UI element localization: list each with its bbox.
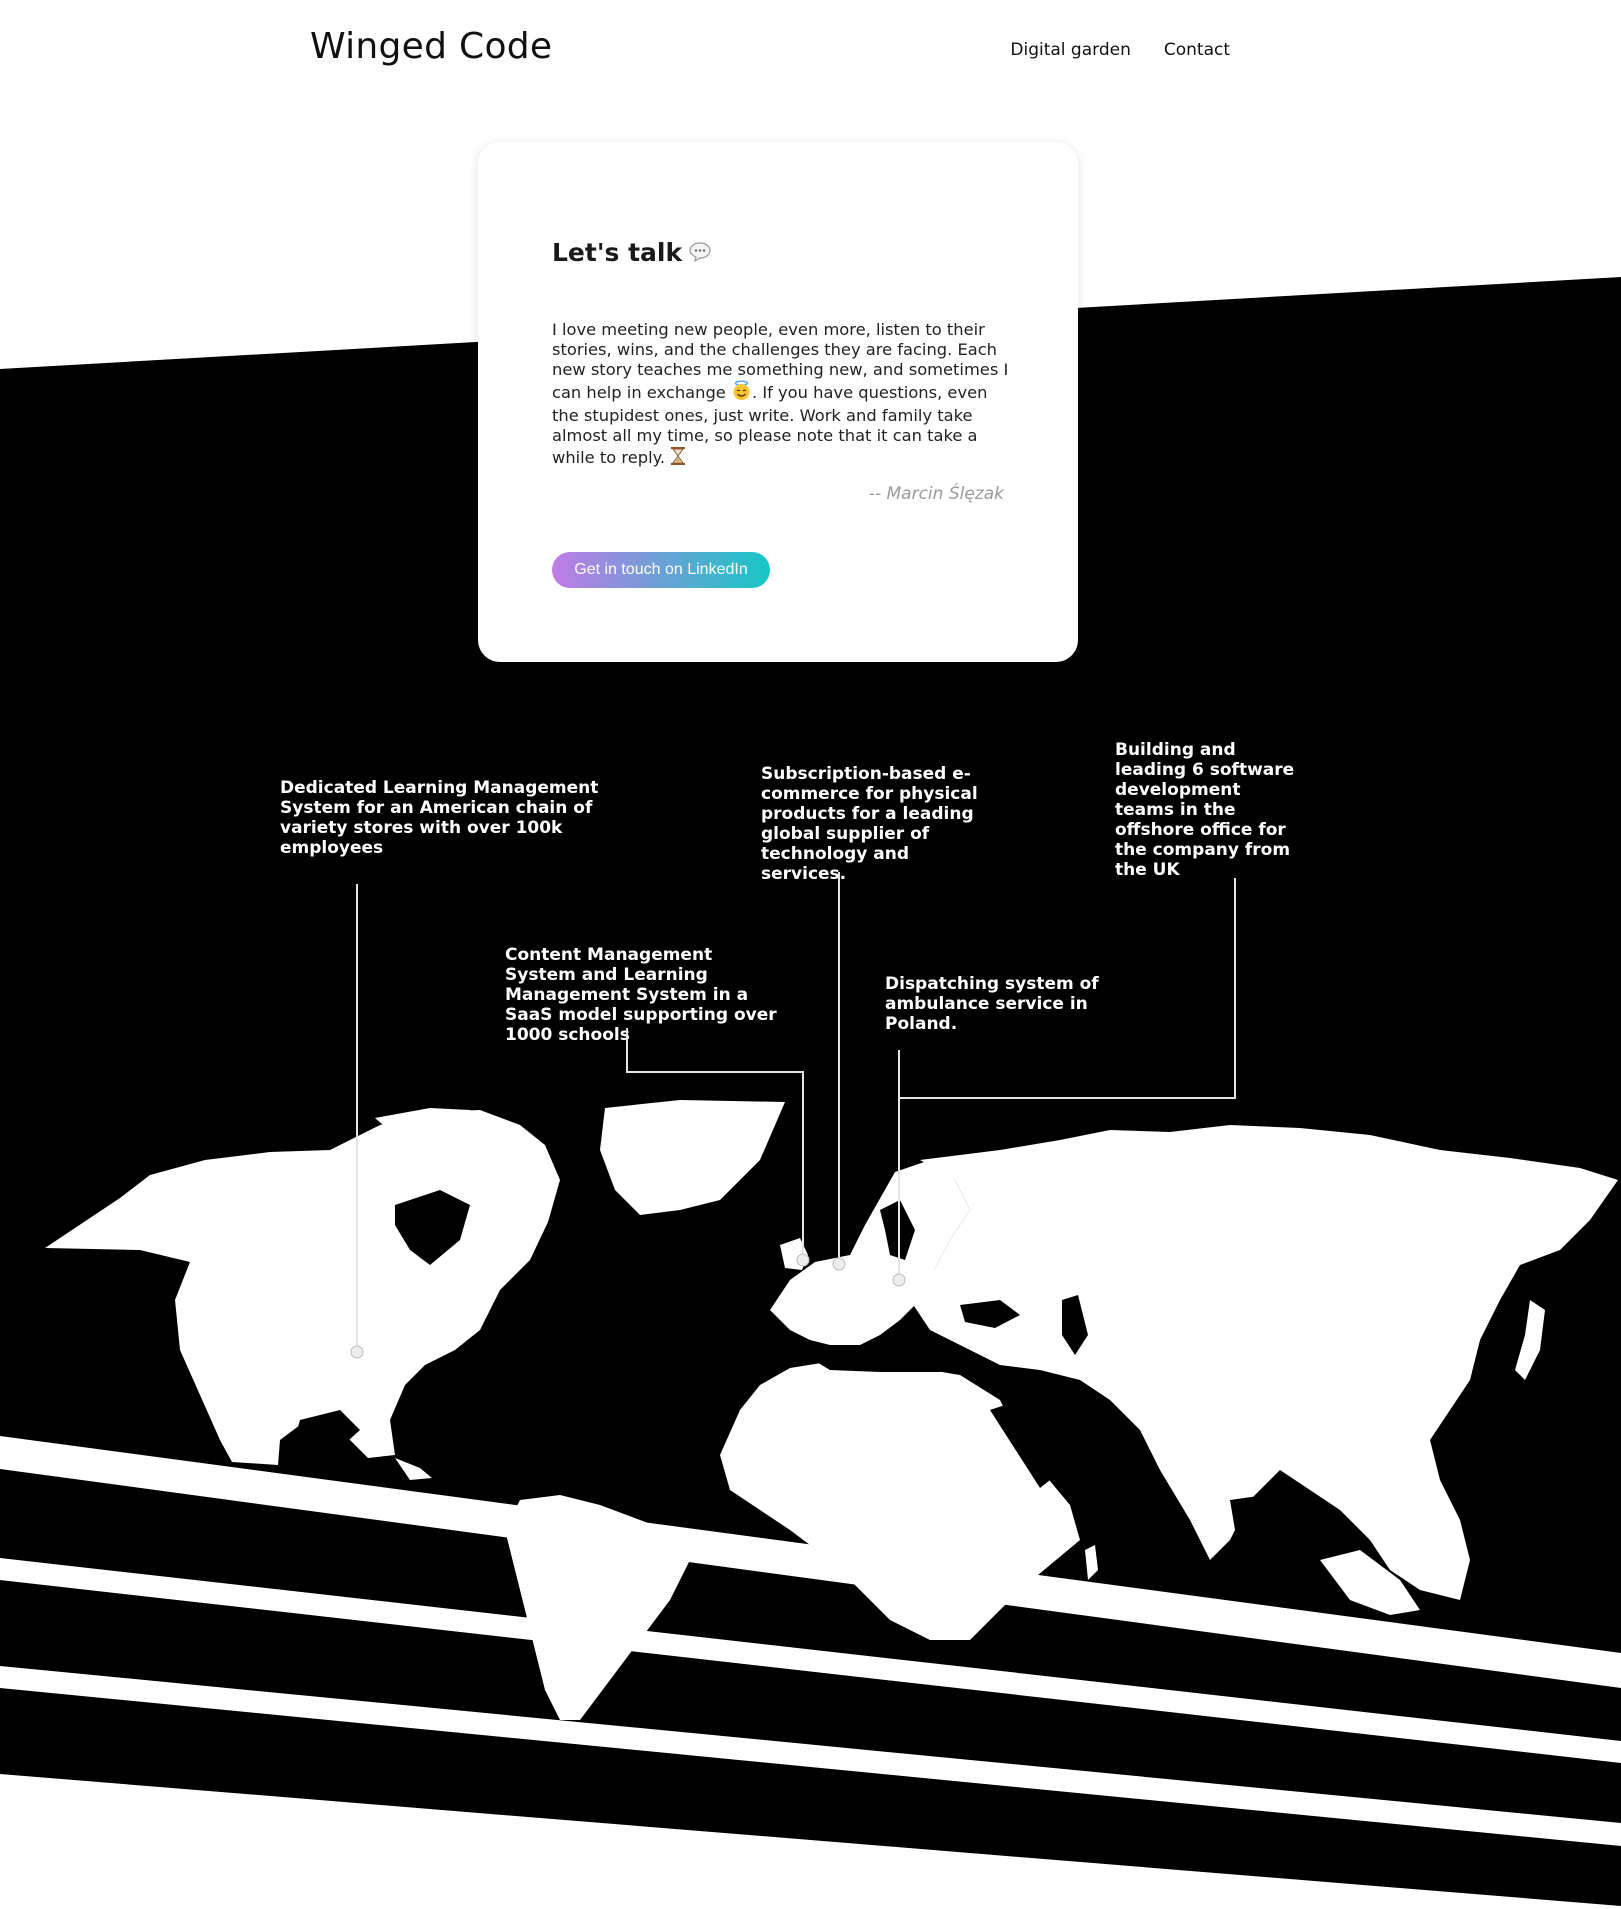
africa-shape — [720, 1360, 1080, 1640]
main-nav: Digital garden Contact — [1010, 40, 1230, 60]
central-america-shape — [395, 1458, 432, 1480]
greenland-shape — [600, 1100, 785, 1215]
card-body: I love meeting new people, even more, li… — [552, 320, 1012, 471]
nav-digital-garden[interactable]: Digital garden — [1010, 40, 1130, 60]
japan-shape — [1515, 1300, 1545, 1380]
card-title-text: Let's talk — [552, 238, 683, 267]
project-label-ambulance: Dispatching system of ambulance service … — [885, 974, 1099, 1034]
south-america-shape — [505, 1495, 690, 1720]
nav-contact[interactable]: Contact — [1164, 40, 1230, 60]
uk-shape — [780, 1238, 808, 1270]
smiling-angel-icon — [731, 380, 752, 406]
persian-gulf-shape — [1070, 1395, 1105, 1425]
linkedin-contact-button[interactable]: Get in touch on LinkedIn — [552, 552, 770, 588]
card-author: -- Marcin Ślęzak — [868, 484, 1004, 504]
speech-bubble-icon — [688, 240, 712, 269]
project-label-lms-us: Dedicated Learning Management System for… — [280, 778, 599, 858]
bay-of-bengal-shape — [1230, 1495, 1275, 1555]
site-header: Winged Code Digital garden Contact — [0, 0, 1621, 100]
project-label-ecommerce: Subscription-based e-commerce for physic… — [761, 764, 978, 884]
madagascar-shape — [1085, 1545, 1098, 1580]
hourglass-icon — [670, 446, 686, 471]
contact-card: Let's talk I love meeting new people, ev… — [478, 142, 1078, 662]
card-title: Let's talk — [552, 238, 712, 269]
mediterranean-shape — [805, 1348, 970, 1372]
project-label-offshore: Building and leading 6 software developm… — [1115, 740, 1295, 880]
north-america-shape — [45, 1110, 560, 1465]
site-logo[interactable]: Winged Code — [310, 26, 552, 67]
project-label-cms-schools: Content Management System and Learning M… — [505, 945, 777, 1045]
